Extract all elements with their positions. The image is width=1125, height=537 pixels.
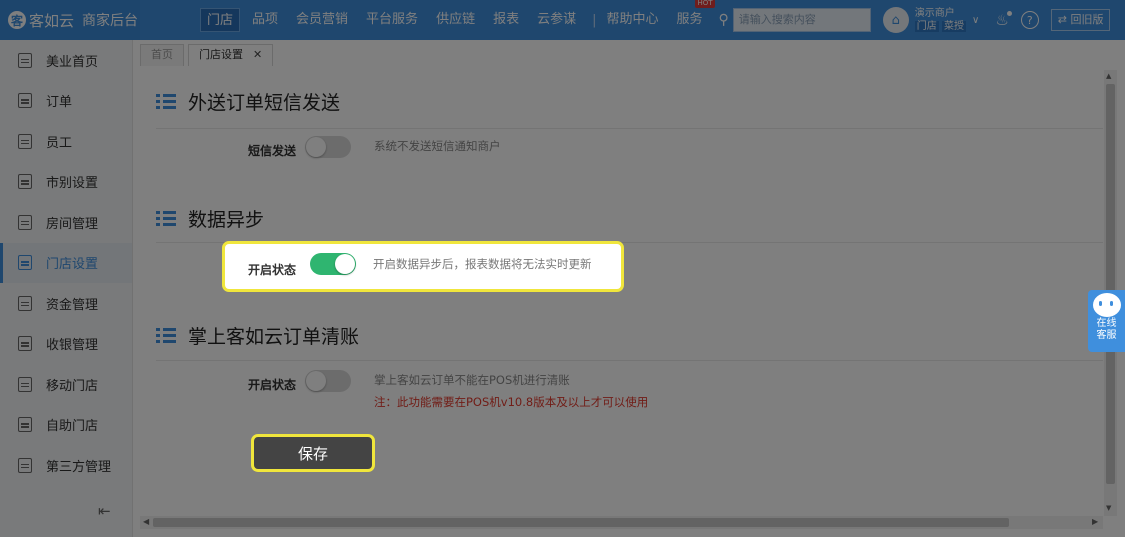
customer-service-icon (1092, 293, 1121, 317)
highlight-async-row: 开启状态 开启数据异步后，报表数据将无法实时更新 (222, 241, 624, 292)
toggle-knob (335, 254, 355, 274)
online-service-label-2: 客服 (1096, 330, 1117, 341)
async-status-toggle[interactable] (310, 253, 356, 275)
online-service-widget[interactable]: 在线 客服 (1088, 290, 1125, 352)
online-service-label-1: 在线 (1096, 318, 1117, 329)
async-status-label: 开启状态 (248, 263, 297, 277)
save-button[interactable]: 保存 (251, 434, 375, 472)
async-description: 开启数据异步后，报表数据将无法实时更新 (373, 257, 592, 271)
